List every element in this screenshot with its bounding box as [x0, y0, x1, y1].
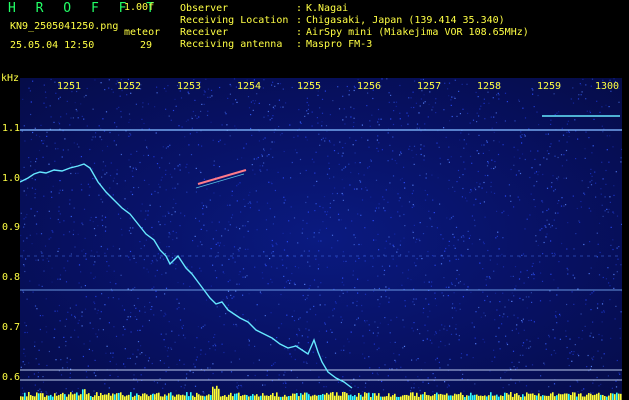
info-value-antenna: Maspro FM-3: [306, 39, 373, 50]
info-label-location: Receiving Location: [180, 15, 289, 26]
info-label-receiver: Receiver: [180, 27, 229, 38]
y-label: 1.0: [2, 173, 21, 184]
amplitude-strip: [20, 385, 622, 400]
capture-datetime: 25.05.04 12:50: [10, 40, 95, 51]
time-label: 1252: [117, 81, 142, 92]
time-label: 1258: [477, 81, 502, 92]
app-version: 1.00f: [124, 2, 155, 13]
mode-label: meteor: [124, 27, 161, 38]
time-label: 1255: [297, 81, 322, 92]
y-label: 1.1: [2, 123, 21, 134]
meteor-trace: [20, 163, 353, 389]
info-colon: :: [296, 15, 303, 26]
spectrogram-waterfall: [20, 78, 622, 400]
info-colon: :: [296, 3, 303, 14]
info-value-receiver: AirSpy mini (Miakejima VOR 108.65MHz): [306, 27, 529, 38]
noise-layer: [20, 78, 622, 400]
time-label: 1253: [177, 81, 202, 92]
time-label: 1259: [537, 81, 562, 92]
info-colon: :: [296, 39, 303, 50]
spectrogram-canvas: [20, 78, 622, 400]
hrofft-window: H R O F F T 1.00f KN9_2505041250.png met…: [0, 0, 629, 400]
y-label: 0.8: [2, 272, 21, 283]
info-value-location: Chigasaki, Japan (139.414 35.340): [306, 15, 505, 26]
time-label: 1254: [237, 81, 262, 92]
meteor-head-echo: [197, 169, 247, 185]
time-label: 1257: [417, 81, 442, 92]
y-label: 0.6: [2, 372, 21, 383]
info-label-antenna: Receiving antenna: [180, 39, 283, 50]
time-label: 1300: [595, 81, 620, 92]
y-label: 0.7: [2, 322, 21, 333]
file-name: KN9_2505041250.png: [10, 21, 119, 32]
info-colon: :: [296, 27, 303, 38]
meteor-count: 29: [140, 40, 153, 51]
y-label: 0.9: [2, 222, 21, 233]
info-label-observer: Observer: [180, 3, 229, 14]
time-label: 1251: [57, 81, 82, 92]
info-value-observer: K.Nagai: [306, 3, 349, 14]
time-label: 1256: [357, 81, 382, 92]
axis-unit-label: kHz: [1, 73, 20, 84]
